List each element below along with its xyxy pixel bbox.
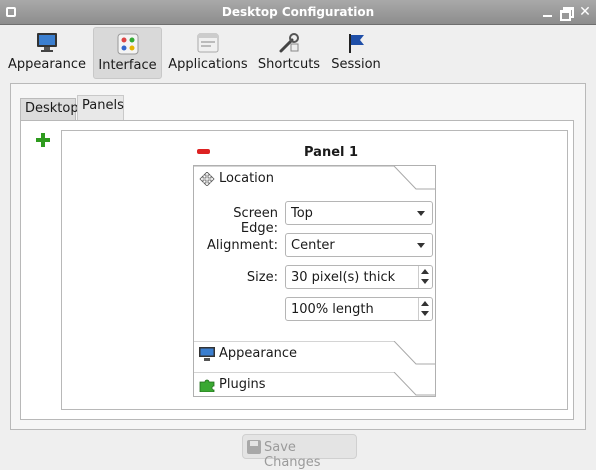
move-icon bbox=[199, 172, 215, 186]
tab-panels[interactable]: Panels bbox=[77, 95, 124, 120]
arrow-down-icon bbox=[421, 279, 429, 284]
save-changes-button[interactable]: Save Changes bbox=[242, 434, 357, 470]
panel-list-area: Panel 1 Location Screen Edge: Top Alignm… bbox=[61, 130, 568, 410]
alignment-value: Center bbox=[291, 238, 335, 253]
panel-settings-box: Location Screen Edge: Top Alignment: Cen… bbox=[193, 165, 436, 397]
length-value: 100% length bbox=[291, 302, 374, 317]
section-plugins[interactable]: Plugins bbox=[194, 372, 435, 398]
plugin-icon bbox=[199, 379, 215, 392]
toolbar-label: Interface bbox=[98, 58, 157, 73]
toolbar-label: Appearance bbox=[7, 57, 87, 72]
section-appearance-label: Appearance bbox=[219, 346, 298, 361]
screen-edge-select[interactable]: Top bbox=[285, 201, 433, 225]
toolbar-applications[interactable]: Applications bbox=[167, 27, 249, 79]
panel-title: Panel 1 bbox=[304, 145, 359, 160]
content-frame: Desktop Panels Panel 1 Location Screen E… bbox=[10, 83, 586, 430]
close-button[interactable]: ✕ bbox=[577, 4, 593, 20]
maximize-button[interactable] bbox=[558, 4, 574, 21]
monitor-icon bbox=[199, 347, 215, 361]
toolbar-label: Session bbox=[331, 57, 381, 72]
toolbar-shortcuts[interactable]: Shortcuts bbox=[254, 27, 324, 79]
size-stepper[interactable] bbox=[418, 266, 432, 288]
toolbar-label: Applications bbox=[168, 57, 248, 72]
toolbar-label: Shortcuts bbox=[257, 57, 321, 72]
arrow-up-icon bbox=[421, 301, 429, 306]
title-bar: Desktop Configuration ✕ bbox=[0, 0, 596, 25]
interface-icon bbox=[117, 33, 138, 55]
section-appearance[interactable]: Appearance bbox=[194, 341, 435, 367]
arrow-down-icon bbox=[421, 311, 429, 316]
window-title: Desktop Configuration bbox=[221, 5, 375, 19]
size-spinner[interactable]: 30 pixel(s) thick bbox=[285, 265, 433, 289]
section-location[interactable]: Location bbox=[194, 166, 435, 192]
save-icon bbox=[247, 440, 261, 454]
size-value: 30 pixel(s) thick bbox=[291, 270, 396, 285]
screen-edge-label: Screen Edge: bbox=[233, 206, 278, 236]
length-stepper[interactable] bbox=[418, 298, 432, 320]
tab-desktop[interactable]: Desktop bbox=[20, 98, 79, 120]
add-panel-button[interactable] bbox=[36, 133, 50, 147]
flag-icon bbox=[349, 34, 364, 53]
toolbar-interface[interactable]: Interface bbox=[93, 27, 162, 79]
toolbar-appearance[interactable]: Appearance bbox=[6, 27, 88, 79]
toolbar-session[interactable]: Session bbox=[328, 27, 384, 79]
alignment-select[interactable]: Center bbox=[285, 233, 433, 257]
size-label: Size: bbox=[246, 270, 278, 285]
section-location-label: Location bbox=[219, 171, 274, 186]
shortcuts-icon bbox=[279, 33, 299, 53]
monitor-icon bbox=[37, 33, 57, 52]
minimize-button[interactable] bbox=[540, 4, 556, 20]
panels-pane: Panel 1 Location Screen Edge: Top Alignm… bbox=[20, 120, 574, 420]
save-changes-label: Save Changes bbox=[264, 440, 321, 470]
alignment-label: Alignment: bbox=[207, 238, 278, 253]
screen-edge-value: Top bbox=[291, 206, 313, 221]
arrow-up-icon bbox=[421, 269, 429, 274]
chevron-down-icon bbox=[417, 243, 425, 248]
category-toolbar: Appearance Interface Applications Shortc… bbox=[0, 25, 596, 81]
remove-panel-button[interactable] bbox=[197, 149, 210, 154]
chevron-down-icon bbox=[417, 211, 425, 216]
length-spinner[interactable]: 100% length bbox=[285, 297, 433, 321]
applications-icon bbox=[197, 33, 219, 53]
section-plugins-label: Plugins bbox=[219, 377, 266, 392]
